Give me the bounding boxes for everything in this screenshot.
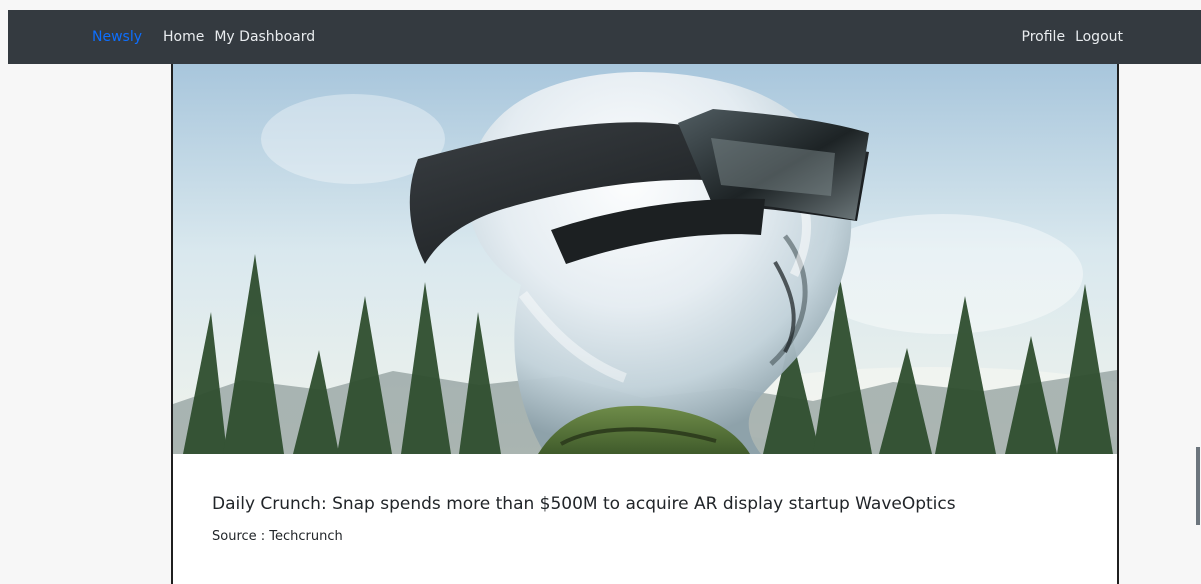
nav-home-link[interactable]: Home	[163, 29, 204, 45]
article-title[interactable]: Daily Crunch: Snap spends more than $500…	[212, 494, 956, 514]
primary-navigation: Home My Dashboard	[163, 29, 315, 45]
nav-logout-link[interactable]: Logout	[1075, 29, 1123, 45]
brand-link[interactable]: Newsly	[92, 29, 142, 45]
ar-glasses-hero-image[interactable]	[173, 64, 1117, 454]
vertical-scrollbar-thumb[interactable]	[1196, 447, 1200, 525]
nav-dashboard-link[interactable]: My Dashboard	[214, 29, 315, 45]
article-source: Source : Techcrunch	[212, 529, 343, 544]
nav-profile-link[interactable]: Profile	[1022, 29, 1066, 45]
top-navbar: Newsly Home My Dashboard Profile Logout	[8, 10, 1201, 64]
article-card[interactable]: Daily Crunch: Snap spends more than $500…	[171, 64, 1119, 584]
account-navigation: Profile Logout	[1022, 29, 1123, 45]
